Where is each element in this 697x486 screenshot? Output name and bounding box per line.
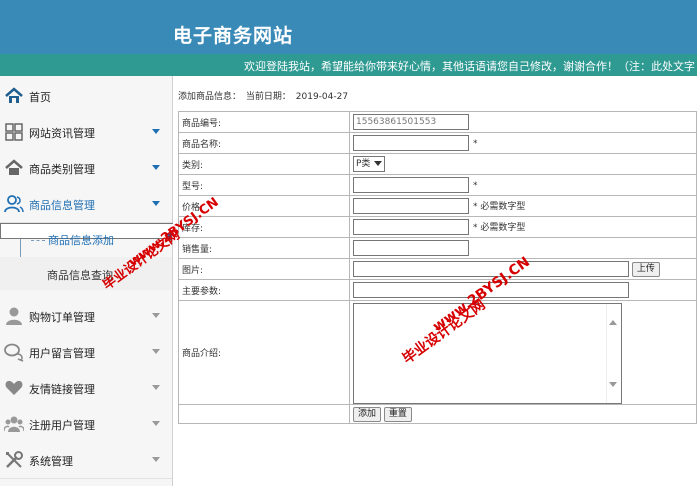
numeric-note: * 必需数字型 xyxy=(473,222,526,233)
upload-button[interactable]: 上传 xyxy=(631,261,660,277)
intro-textarea[interactable] xyxy=(353,302,622,404)
chevron-down-icon xyxy=(152,165,160,170)
group-icon xyxy=(3,414,25,434)
sidebar-item-links[interactable]: 友情链接管理 xyxy=(0,370,172,407)
form-row: 主要参数: xyxy=(178,279,697,301)
sidebar-item-label: 购物订单管理 xyxy=(29,311,95,324)
params-input[interactable] xyxy=(353,282,629,298)
submit-button[interactable]: 添加 xyxy=(353,406,382,422)
sidebar-subitem-product-query[interactable]: 商品信息查询 xyxy=(0,257,172,290)
model-input[interactable] xyxy=(353,177,469,193)
category-select[interactable]: P类 xyxy=(353,156,386,172)
form-row: 型号: * xyxy=(178,174,697,196)
house-icon xyxy=(4,158,24,178)
form-row: 商品名称: * xyxy=(178,132,697,154)
form-row: 销售量: xyxy=(178,237,697,259)
intro-label: 商品介绍: xyxy=(178,300,350,405)
sales-label: 销售量: xyxy=(178,237,350,259)
chevron-down-icon xyxy=(152,421,160,426)
numeric-note: * 必需数字型 xyxy=(473,201,526,212)
sidebar: 首页 网站资讯管理 商品类别管理 商品信息管理 商品信息添加 商品信息查询 购物… xyxy=(0,76,178,486)
params-label: 主要参数: xyxy=(178,279,350,301)
sidebar-item-label: 网站资讯管理 xyxy=(29,127,95,140)
chevron-down-icon xyxy=(152,349,160,354)
chevron-down-icon xyxy=(152,457,160,462)
product-form-table: 商品编号: 15563861501553 商品名称: * 类别: P类 型号: … xyxy=(178,111,697,424)
sidebar-item-category[interactable]: 商品类别管理 xyxy=(0,150,172,187)
site-title: 电子商务网站 xyxy=(173,25,294,47)
chevron-down-icon xyxy=(152,129,160,134)
selected-marker xyxy=(166,230,172,242)
sidebar-item-orders[interactable]: 购物订单管理 xyxy=(0,298,172,335)
chevron-down-icon xyxy=(152,201,160,206)
grid-icon xyxy=(4,122,24,142)
form-row: 图片: 上传 xyxy=(178,258,697,280)
textarea-scrollbar[interactable] xyxy=(606,303,621,403)
chevron-down-icon xyxy=(152,313,160,318)
sidebar-item-label: 商品信息管理 xyxy=(29,199,95,212)
sidebar-subitem-product-add[interactable]: 商品信息添加 xyxy=(0,223,178,247)
stock-input[interactable] xyxy=(353,219,469,235)
sidebar-item-label: 用户留言管理 xyxy=(29,347,95,360)
marquee-text: 欢迎登陆我站，希望能给你带来好心情，其他话语请您自己修改，谢谢合作！（注：此处文… xyxy=(244,60,695,73)
sales-input[interactable] xyxy=(353,240,469,256)
sidebar-item-messages[interactable]: 用户留言管理 xyxy=(0,334,172,371)
users-icon xyxy=(4,194,24,214)
tree-connector xyxy=(31,240,45,241)
required-mark: * xyxy=(473,138,478,149)
chevron-down-icon xyxy=(374,161,383,166)
sidebar-subitem-label: 商品信息添加 xyxy=(48,234,114,247)
chevron-down-icon xyxy=(152,385,160,390)
home-icon xyxy=(4,86,24,106)
form-row: 类别: P类 xyxy=(178,153,697,175)
marquee-bar: 欢迎登陆我站，希望能给你带来好心情，其他话语请您自己修改，谢谢合作！（注：此处文… xyxy=(0,54,697,76)
page-info-line: 添加商品信息： 当前日期： 2019-04-27 xyxy=(178,89,350,102)
form-row: 商品编号: 15563861501553 xyxy=(178,111,697,133)
image-input[interactable] xyxy=(353,261,629,277)
sidebar-item-users[interactable]: 注册用户管理 xyxy=(0,406,172,443)
sidebar-item-label: 注册用户管理 xyxy=(29,419,95,432)
date-value: 2019-04-27 xyxy=(295,92,349,102)
form-row: 商品介绍: xyxy=(178,300,697,405)
price-input[interactable] xyxy=(353,198,469,214)
page-info-prefix: 添加商品信息： xyxy=(178,92,242,102)
form-row: 库存: * 必需数字型 xyxy=(178,216,697,238)
main-content: 添加商品信息： 当前日期： 2019-04-27 商品编号: 155638615… xyxy=(173,76,697,486)
model-label: 型号: xyxy=(178,174,350,196)
sidebar-item-label: 首页 xyxy=(29,91,51,104)
sidebar-item-product[interactable]: 商品信息管理 xyxy=(0,186,172,223)
heart-icon xyxy=(4,378,24,398)
date-label: 当前日期： xyxy=(245,92,291,102)
user-icon xyxy=(4,306,24,326)
image-label: 图片: xyxy=(178,258,350,280)
name-label: 商品名称: xyxy=(178,132,350,154)
code-label: 商品编号: xyxy=(178,111,350,133)
sidebar-item-label: 友情链接管理 xyxy=(29,383,95,396)
scroll-down-icon[interactable] xyxy=(609,381,617,387)
sidebar-item-news[interactable]: 网站资讯管理 xyxy=(0,114,172,151)
sidebar-item-system[interactable]: 系统管理 xyxy=(0,442,172,479)
name-input[interactable] xyxy=(353,135,469,151)
category-select-value: P类 xyxy=(356,159,371,169)
required-mark: * xyxy=(473,180,478,191)
form-row: 价格: * 必需数字型 xyxy=(178,195,697,217)
category-label: 类别: xyxy=(178,153,350,175)
code-input[interactable]: 15563861501553 xyxy=(353,114,469,130)
sidebar-item-home[interactable]: 首页 xyxy=(0,78,172,115)
sidebar-subitem-label: 商品信息查询 xyxy=(47,269,113,282)
scroll-up-icon[interactable] xyxy=(609,319,617,325)
reset-button[interactable]: 重置 xyxy=(383,406,412,422)
form-row: 添加 重置 xyxy=(178,404,697,424)
header-bar: 电子商务网站 xyxy=(0,0,697,54)
chat-icon xyxy=(4,342,24,362)
stock-label: 库存: xyxy=(178,216,350,238)
price-label: 价格: xyxy=(178,195,350,217)
tools-icon xyxy=(4,450,24,470)
sidebar-item-label: 系统管理 xyxy=(29,455,73,468)
sidebar-item-label: 商品类别管理 xyxy=(29,163,95,176)
